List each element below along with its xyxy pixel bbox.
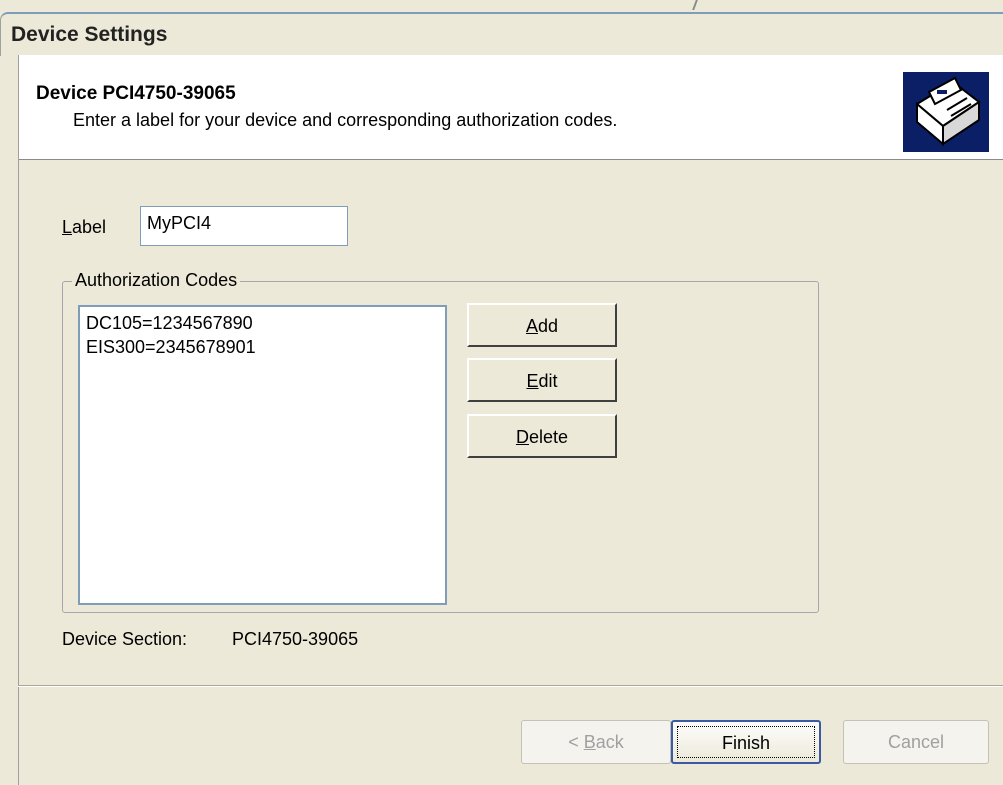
add-button[interactable]: Add — [467, 303, 617, 347]
device-settings-window: Device Settings Device PCI4750-39065 Ent… — [0, 0, 1003, 785]
header-subtitle: Enter a label for your device and corres… — [73, 110, 618, 130]
device-wizard-icon — [903, 72, 989, 152]
header-title: Device PCI4750-39065 — [36, 83, 236, 104]
title-bar[interactable]: Device Settings — [0, 12, 1003, 56]
label-caption: Label — [62, 217, 107, 237]
device-section-value: PCI4750-39065 — [232, 629, 359, 649]
decoration-mark — [692, 0, 702, 10]
left-edge — [18, 159, 19, 785]
list-item[interactable]: DC105=1234567890 — [86, 311, 439, 335]
list-item[interactable]: EIS300=2345678901 — [86, 335, 439, 359]
window-title: Device Settings — [11, 23, 168, 46]
footer-separator — [18, 685, 1003, 687]
edit-button[interactable]: Edit — [467, 358, 617, 402]
back-button[interactable]: < Back — [521, 720, 671, 764]
device-section-label: Device Section: — [62, 629, 188, 649]
group-title: Authorization Codes — [72, 270, 241, 291]
finish-button[interactable]: Finish — [671, 720, 821, 764]
wizard-header: Device PCI4750-39065 Enter a label for y… — [18, 55, 1003, 160]
authorization-codes-list[interactable]: DC105=1234567890 EIS300=2345678901 — [78, 305, 447, 605]
focus-rect — [677, 726, 815, 758]
delete-button[interactable]: Delete — [467, 414, 617, 458]
cancel-button[interactable]: Cancel — [843, 720, 989, 764]
label-input[interactable]: MyPCI4 — [140, 206, 348, 246]
